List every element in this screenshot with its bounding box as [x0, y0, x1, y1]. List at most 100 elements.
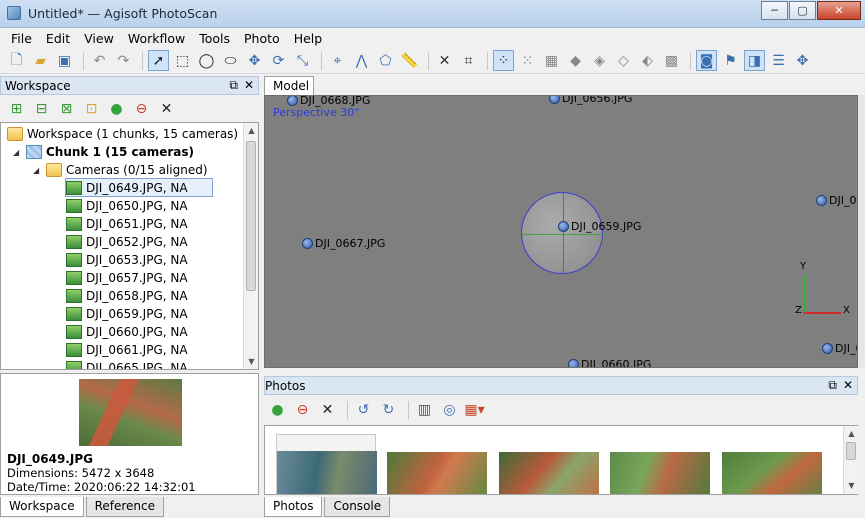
float-pane-icon[interactable]: ⧉ — [828, 378, 837, 393]
rotate-object-icon[interactable]: ⟳ — [268, 50, 289, 71]
collapse-chunk-icon[interactable]: ◢ — [13, 148, 23, 157]
draw-point-icon[interactable]: ⌖ — [327, 50, 348, 71]
tree-scroll-thumb[interactable] — [246, 141, 256, 291]
camera-marker[interactable]: DJI_0659.JPG — [558, 220, 641, 233]
free-form-select-icon[interactable]: ⬭ — [220, 50, 241, 71]
tab-reference[interactable]: Reference — [85, 497, 165, 517]
camera-item[interactable]: DJI_0657.JPG, NA — [66, 269, 188, 287]
photo-thumbnail[interactable] — [499, 436, 599, 494]
draw-polyline-icon[interactable]: ⋀ — [351, 50, 372, 71]
camera-item[interactable]: DJI_0652.JPG, NA — [66, 233, 188, 251]
rectangle-select-icon[interactable]: ⬚ — [172, 50, 193, 71]
close-pane-icon[interactable]: ✕ — [244, 78, 254, 93]
menu-file[interactable]: File — [4, 31, 39, 46]
show-shapes-icon[interactable]: ◨ — [744, 50, 765, 71]
camera-marker[interactable]: DJI_065 — [816, 194, 857, 207]
scroll-up-icon[interactable]: ▲ — [844, 426, 859, 441]
trackball[interactable] — [521, 192, 604, 275]
show-cameras-icon[interactable]: ◙ — [696, 50, 717, 71]
photo-thumbnail[interactable] — [610, 436, 710, 494]
enable-photo-icon[interactable]: ● — [267, 400, 288, 421]
camera-marker[interactable]: DJI_0656.JPG — [549, 96, 632, 105]
show-region-icon[interactable]: ☰ — [768, 50, 789, 71]
redo-icon[interactable]: ↷ — [113, 50, 134, 71]
move-object-icon[interactable]: ✥ — [244, 50, 265, 71]
close-pane-icon[interactable]: ✕ — [843, 378, 853, 393]
menu-view[interactable]: View — [77, 31, 121, 46]
model-scrollbar[interactable] — [858, 95, 865, 368]
camera-item[interactable]: DJI_0658.JPG, NA — [66, 287, 188, 305]
enable-icon[interactable]: ● — [106, 99, 127, 120]
dense-cloud-icon[interactable]: ⁙ — [517, 50, 538, 71]
open-folder-icon[interactable]: ▰ — [30, 50, 51, 71]
add-folder-icon[interactable]: ⊠ — [56, 99, 77, 120]
scroll-up-icon[interactable]: ▲ — [244, 123, 258, 138]
photos-scroll-thumb[interactable] — [846, 442, 856, 460]
wireframe-model-icon[interactable]: ◇ — [613, 50, 634, 71]
close-icon[interactable]: ✕ — [817, 1, 861, 20]
camera-marker[interactable]: DJI_0668.JPG — [287, 96, 370, 107]
photo-thumbnail[interactable] — [722, 436, 822, 494]
navigation-arrow-icon[interactable]: ➚ — [148, 50, 169, 71]
photo-thumbnail[interactable] — [387, 436, 487, 494]
camera-marker[interactable]: DJI_06 — [822, 342, 857, 355]
tiled-model-icon[interactable]: ▩ — [661, 50, 682, 71]
scale-object-icon[interactable]: ⤡ — [292, 50, 313, 71]
camera-item[interactable]: DJI_0649.JPG, NA — [65, 178, 213, 197]
remove-photo-icon[interactable]: ✕ — [317, 400, 338, 421]
camera-marker[interactable]: DJI_0667.JPG — [302, 237, 385, 250]
circle-select-icon[interactable]: ◯ — [196, 50, 217, 71]
disable-icon[interactable]: ⊖ — [131, 99, 152, 120]
ruler-icon[interactable]: 📏 — [399, 50, 420, 71]
add-chunk-icon[interactable]: ⊞ — [6, 99, 27, 120]
camera-item[interactable]: DJI_0661.JPG, NA — [66, 341, 188, 359]
add-markers-icon[interactable]: ⊡ — [81, 99, 102, 120]
save-icon[interactable]: ▣ — [54, 50, 75, 71]
crop-selection-icon[interactable]: ⌗ — [458, 50, 479, 71]
reset-filter-icon[interactable]: ▥ — [414, 400, 435, 421]
cameras-folder-item[interactable]: ◢ Cameras (0/15 aligned) — [33, 161, 208, 179]
point-cloud-icon[interactable]: ⁘ — [493, 50, 514, 71]
dense-cloud-classes-icon[interactable]: ▦ — [541, 50, 562, 71]
scroll-down-icon[interactable]: ▼ — [244, 354, 258, 369]
disable-photo-icon[interactable]: ⊖ — [292, 400, 313, 421]
minimize-icon[interactable]: ─ — [761, 1, 788, 20]
menu-edit[interactable]: Edit — [39, 31, 77, 46]
reset-view-icon[interactable]: ✥ — [792, 50, 813, 71]
collapse-cameras-icon[interactable]: ◢ — [33, 166, 43, 175]
solid-model-icon[interactable]: ◈ — [589, 50, 610, 71]
maximize-icon[interactable]: ▢ — [789, 1, 816, 20]
tab-console[interactable]: Console — [324, 497, 391, 517]
view-mode-icon[interactable]: ▦▾ — [464, 400, 485, 421]
camera-item[interactable]: DJI_0665.JPG, NA — [66, 359, 188, 369]
camera-item[interactable]: DJI_0660.JPG, NA — [66, 323, 188, 341]
menu-photo[interactable]: Photo — [237, 31, 287, 46]
new-document-icon[interactable]: 🗋 — [6, 50, 27, 71]
draw-polygon-icon[interactable]: ⬠ — [375, 50, 396, 71]
camera-item[interactable]: DJI_0650.JPG, NA — [66, 197, 188, 215]
camera-item[interactable]: DJI_0659.JPG, NA — [66, 305, 188, 323]
add-photos-icon[interactable]: ⊟ — [31, 99, 52, 120]
float-pane-icon[interactable]: ⧉ — [229, 78, 238, 93]
camera-item[interactable]: DJI_0653.JPG, NA — [66, 251, 188, 269]
photo-thumbnail[interactable] — [276, 434, 377, 494]
model-viewport[interactable]: Perspective 30° DJI_0668.JPG DJI_0656.JP… — [264, 95, 858, 368]
shaded-model-icon[interactable]: ◆ — [565, 50, 586, 71]
tab-photos[interactable]: Photos — [264, 497, 323, 517]
filter-by-selection-icon[interactable]: ◎ — [439, 400, 460, 421]
undo-icon[interactable]: ↶ — [89, 50, 110, 71]
delete-selection-icon[interactable]: ✕ — [434, 50, 455, 71]
tree-scrollbar[interactable]: ▲ ▼ — [243, 123, 258, 369]
show-markers-icon[interactable]: ⚑ — [720, 50, 741, 71]
scroll-down-icon[interactable]: ▼ — [844, 478, 859, 493]
remove-icon[interactable]: ✕ — [156, 99, 177, 120]
chunk-item[interactable]: ◢ Chunk 1 (15 cameras) — [13, 143, 194, 161]
tab-model[interactable]: Model — [264, 76, 314, 96]
menu-tools[interactable]: Tools — [192, 31, 237, 46]
camera-marker[interactable]: DJI_0660.JPG — [568, 358, 651, 367]
rotate-right-icon[interactable]: ↻ — [378, 400, 399, 421]
tab-workspace[interactable]: Workspace — [0, 497, 84, 517]
textured-model-icon[interactable]: ⬖ — [637, 50, 658, 71]
camera-item[interactable]: DJI_0651.JPG, NA — [66, 215, 188, 233]
photos-scrollbar[interactable]: ▲ ▼ — [843, 426, 858, 494]
